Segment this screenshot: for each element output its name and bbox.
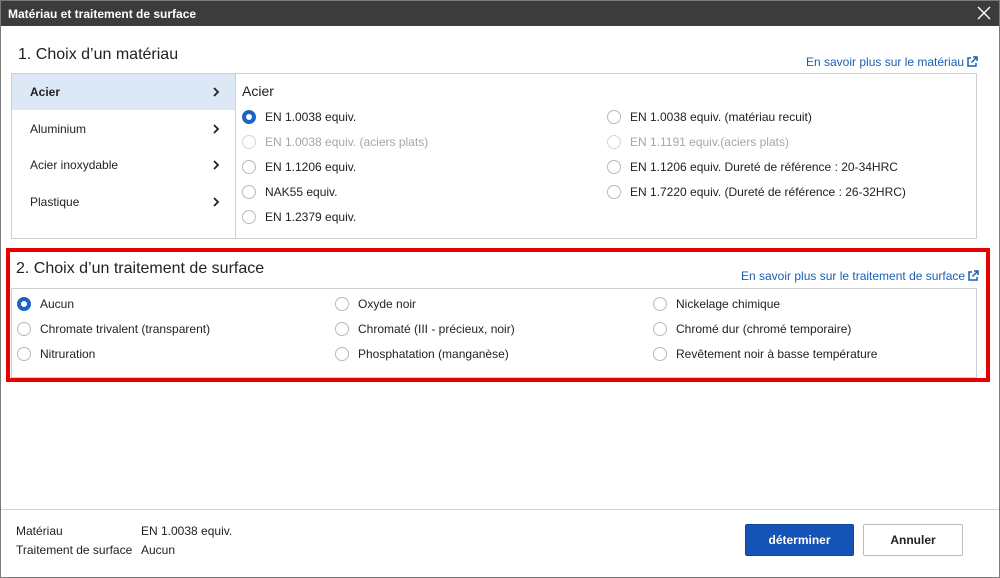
material-info-link[interactable]: En savoir plus sur le matériau bbox=[806, 55, 978, 69]
surface-label: Chromaté (III - précieux, noir) bbox=[358, 322, 515, 336]
close-icon[interactable] bbox=[975, 4, 993, 22]
grade-label: EN 1.0038 equiv. bbox=[265, 110, 357, 124]
summary-material-value: EN 1.0038 equiv. bbox=[141, 524, 233, 538]
radio-icon bbox=[335, 297, 349, 311]
surface-option[interactable]: Chromé dur (chromé temporaire) bbox=[653, 322, 851, 336]
grade-option[interactable]: EN 1.0038 equiv. bbox=[242, 110, 356, 124]
category-item-acier[interactable]: Acier bbox=[12, 74, 235, 110]
external-link-icon bbox=[967, 56, 978, 67]
external-link-icon bbox=[968, 270, 979, 281]
grade-label: EN 1.1191 equiv.(aciers plats) bbox=[630, 135, 789, 149]
radio-icon bbox=[607, 110, 621, 124]
window-title: Matériau et traitement de surface bbox=[8, 7, 197, 21]
chevron-right-icon bbox=[213, 160, 220, 170]
grade-label: EN 1.7220 equiv. (Dureté de référence : … bbox=[630, 185, 906, 199]
surface-label: Nitruration bbox=[40, 347, 96, 361]
grade-label: NAK55 equiv. bbox=[265, 185, 338, 199]
grade-option[interactable]: EN 1.0038 equiv. (matériau recuit) bbox=[607, 110, 812, 124]
summary-surface-label: Traitement de surface bbox=[16, 543, 133, 557]
surface-info-link[interactable]: En savoir plus sur le traitement de surf… bbox=[741, 269, 979, 283]
category-list: Acier Aluminium Acier inoxydable Plastiq… bbox=[12, 74, 236, 238]
radio-icon bbox=[335, 347, 349, 361]
radio-icon bbox=[335, 322, 349, 336]
category-label: Acier inoxydable bbox=[30, 158, 119, 172]
radio-icon bbox=[17, 322, 31, 336]
surface-label: Chromé dur (chromé temporaire) bbox=[676, 322, 852, 336]
cancel-button[interactable]: Annuler bbox=[863, 524, 963, 556]
surface-label: Aucun bbox=[40, 297, 75, 311]
material-heading: 1. Choix d’un matériau bbox=[18, 46, 179, 63]
grade-option[interactable]: EN 1.1206 equiv. bbox=[242, 160, 356, 174]
surface-label: Chromate trivalent (transparent) bbox=[40, 322, 211, 336]
radio-icon bbox=[653, 347, 667, 361]
grade-option[interactable]: EN 1.1206 equiv. Dureté de référence : 2… bbox=[607, 160, 898, 174]
radio-icon bbox=[242, 185, 256, 199]
category-label: Aluminium bbox=[30, 122, 87, 136]
surface-info-link-label: En savoir plus sur le traitement de surf… bbox=[741, 269, 966, 283]
grade-option[interactable]: NAK55 equiv. bbox=[242, 185, 338, 199]
grade-option[interactable]: EN 1.2379 equiv. bbox=[242, 210, 356, 224]
material-info-link-label: En savoir plus sur le matériau bbox=[806, 55, 965, 69]
summary-material-label: Matériau bbox=[16, 524, 63, 538]
radio-icon bbox=[607, 135, 621, 149]
radio-icon bbox=[242, 160, 256, 174]
grade-label: EN 1.0038 equiv. (matériau recuit) bbox=[630, 110, 812, 124]
category-label: Acier bbox=[30, 85, 61, 99]
chevron-right-icon bbox=[213, 124, 220, 134]
radio-icon bbox=[17, 297, 31, 311]
surface-label: Revêtement noir à basse température bbox=[676, 347, 878, 361]
surface-option[interactable]: Chromate trivalent (transparent) bbox=[17, 322, 210, 336]
radio-icon bbox=[17, 347, 31, 361]
grade-label: EN 1.0038 equiv. (aciers plats) bbox=[265, 135, 429, 149]
category-item-plastique[interactable]: Plastique bbox=[12, 184, 235, 220]
surface-label: Nickelage chimique bbox=[676, 297, 781, 311]
grade-option: EN 1.1191 equiv.(aciers plats) bbox=[607, 135, 789, 149]
surface-option[interactable]: Nickelage chimique bbox=[653, 297, 780, 311]
radio-icon bbox=[242, 135, 256, 149]
surface-label: Oxyde noir bbox=[358, 297, 417, 311]
grade-option: EN 1.0038 equiv. (aciers plats) bbox=[242, 135, 428, 149]
radio-icon bbox=[653, 322, 667, 336]
confirm-button[interactable]: déterminer bbox=[745, 524, 854, 556]
surface-option[interactable]: Revêtement noir à basse température bbox=[653, 347, 877, 361]
grade-option[interactable]: EN 1.7220 equiv. (Dureté de référence : … bbox=[607, 185, 906, 199]
radio-icon bbox=[242, 210, 256, 224]
title-bar: Matériau et traitement de surface bbox=[1, 1, 999, 26]
footer-divider bbox=[1, 509, 999, 510]
grade-label: EN 1.1206 equiv. Dureté de référence : 2… bbox=[630, 160, 898, 174]
category-label: Plastique bbox=[30, 195, 80, 209]
radio-icon bbox=[653, 297, 667, 311]
radio-icon bbox=[607, 160, 621, 174]
surface-panel: Aucun Chromate trivalent (transparent) N… bbox=[11, 288, 977, 378]
chevron-right-icon bbox=[213, 197, 220, 207]
surface-option[interactable]: Phosphatation (manganèse) bbox=[335, 347, 509, 361]
grades-title: Acier bbox=[242, 83, 274, 99]
surface-heading: 2. Choix d’un traitement de surface bbox=[16, 260, 265, 277]
surface-option[interactable]: Oxyde noir bbox=[335, 297, 416, 311]
surface-option-aucun[interactable]: Aucun bbox=[17, 297, 74, 311]
chevron-right-icon bbox=[213, 87, 220, 97]
grade-label: EN 1.2379 equiv. bbox=[265, 210, 357, 224]
surface-option[interactable]: Chromaté (III - précieux, noir) bbox=[335, 322, 515, 336]
surface-option[interactable]: Nitruration bbox=[17, 347, 95, 361]
radio-icon bbox=[242, 110, 256, 124]
material-dialog: Matériau et traitement de surface 1. Cho… bbox=[0, 0, 1000, 578]
surface-label: Phosphatation (manganèse) bbox=[358, 347, 509, 361]
summary-surface-value: Aucun bbox=[141, 543, 176, 557]
grade-label: EN 1.1206 equiv. bbox=[265, 160, 357, 174]
category-item-acier-inoxydable[interactable]: Acier inoxydable bbox=[12, 147, 235, 183]
category-item-aluminium[interactable]: Aluminium bbox=[12, 111, 235, 147]
material-panel: Acier Aluminium Acier inoxydable Plastiq… bbox=[11, 73, 977, 239]
radio-icon bbox=[607, 185, 621, 199]
